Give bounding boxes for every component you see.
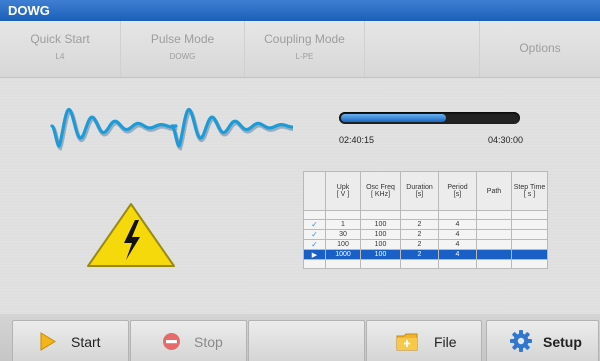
table-header-row: Upk[ V ] Osc Freq[ KHz] Duration [s] Peri… bbox=[303, 171, 548, 211]
table-row[interactable]: ✓ 100 100 2 4 bbox=[303, 239, 548, 250]
table-cell: 4 bbox=[438, 249, 477, 260]
table-cell: 100 bbox=[360, 229, 401, 240]
test-progress-fill bbox=[341, 114, 446, 122]
setup-button[interactable]: Setup bbox=[486, 320, 599, 361]
elapsed-time: 02:40:15 bbox=[339, 135, 375, 145]
table-header: Period [s] bbox=[438, 171, 477, 211]
start-button-label: Start bbox=[71, 334, 101, 350]
table-cell: 4 bbox=[438, 219, 477, 230]
tab-options-label: Options bbox=[519, 41, 561, 55]
header-upk-unit: [ V ] bbox=[336, 191, 350, 198]
mode-tabs: Quick Start L4 Pulse Mode DOWG Coupling … bbox=[0, 21, 600, 78]
tab-quick-start-label: Quick Start bbox=[30, 32, 90, 46]
tab-coupling-mode[interactable]: Coupling Mode L-PE bbox=[245, 21, 365, 77]
table-row-selected[interactable]: ▶ 1000 100 2 4 bbox=[303, 249, 548, 260]
table-cell bbox=[511, 239, 548, 250]
total-time: 04:30:00 bbox=[488, 135, 524, 145]
table-cell bbox=[511, 249, 548, 260]
table-row[interactable]: ✓ 30 100 2 4 bbox=[303, 229, 548, 240]
table-cell: 1000 bbox=[325, 249, 361, 260]
folder-icon bbox=[396, 333, 418, 351]
stop-button[interactable]: Stop bbox=[130, 320, 247, 361]
header-period-unit: [s] bbox=[453, 191, 462, 198]
test-steps-table: Upk[ V ] Osc Freq[ KHz] Duration [s] Peri… bbox=[303, 171, 548, 269]
header-upk: Upk bbox=[336, 184, 350, 191]
table-cell: 30 bbox=[325, 229, 361, 240]
gear-icon bbox=[510, 330, 532, 352]
header-period: Period bbox=[447, 184, 468, 191]
table-header: Step Time[ s ] bbox=[511, 171, 548, 211]
table-row[interactable]: ✓ 1 100 2 4 bbox=[303, 219, 548, 230]
tab-pulse-mode-value: DOWG bbox=[169, 52, 196, 61]
table-header: Upk[ V ] bbox=[325, 171, 361, 211]
setup-button-label: Setup bbox=[543, 334, 582, 350]
tab-coupling-mode-label: Coupling Mode bbox=[264, 32, 345, 46]
high-voltage-warning-icon bbox=[87, 203, 175, 267]
tab-coupling-mode-value: L-PE bbox=[295, 52, 314, 61]
tab-options[interactable]: Options bbox=[480, 21, 600, 77]
tab-pulse-mode[interactable]: Pulse Mode DOWG bbox=[121, 21, 245, 77]
table-empty-row bbox=[303, 259, 548, 269]
tab-quick-start[interactable]: Quick Start L4 bbox=[0, 21, 121, 77]
table-cell bbox=[476, 229, 512, 240]
header-duration-unit: [s] bbox=[415, 191, 424, 198]
table-cell bbox=[476, 249, 512, 260]
header-path: Path bbox=[486, 187, 502, 195]
table-cell bbox=[476, 239, 512, 250]
header-step-time: Step Time bbox=[513, 184, 546, 191]
table-cell: 100 bbox=[325, 239, 361, 250]
app-title: DOWG bbox=[0, 0, 600, 21]
table-cell: 2 bbox=[400, 229, 439, 240]
table-header-marker bbox=[303, 171, 326, 211]
row-check-icon: ✓ bbox=[303, 239, 326, 250]
empty-toolbar-button[interactable] bbox=[248, 320, 365, 361]
tab-quick-start-value: L4 bbox=[55, 52, 65, 61]
table-cell bbox=[476, 219, 512, 230]
table-cell: 1 bbox=[325, 219, 361, 230]
tab-pulse-mode-label: Pulse Mode bbox=[150, 32, 215, 46]
row-current-arrow-icon: ▶ bbox=[303, 249, 326, 260]
table-header: Duration [s] bbox=[400, 171, 439, 211]
play-icon bbox=[40, 332, 56, 351]
stop-button-label: Stop bbox=[194, 334, 223, 350]
table-cell: 2 bbox=[400, 249, 439, 260]
damped-oscillating-wave-icon bbox=[50, 107, 293, 152]
table-cell: 100 bbox=[360, 219, 401, 230]
stop-icon bbox=[163, 333, 180, 350]
table-cell: 100 bbox=[360, 239, 401, 250]
row-check-icon: ✓ bbox=[303, 229, 326, 240]
row-check-icon: ✓ bbox=[303, 219, 326, 230]
table-header: Path bbox=[476, 171, 512, 211]
table-cell: 2 bbox=[400, 239, 439, 250]
table-cell bbox=[511, 229, 548, 240]
table-spacer-row bbox=[303, 210, 548, 220]
start-button[interactable]: Start bbox=[12, 320, 129, 361]
table-cell: 100 bbox=[360, 249, 401, 260]
header-step-time-unit: [ s ] bbox=[523, 191, 536, 198]
table-header: Osc Freq[ KHz] bbox=[360, 171, 401, 211]
table-cell: 4 bbox=[438, 239, 477, 250]
header-duration: Duration bbox=[406, 184, 433, 191]
tab-empty[interactable] bbox=[365, 21, 480, 77]
header-osc-freq: Osc Freq bbox=[366, 184, 395, 191]
file-button-label: File bbox=[434, 334, 457, 350]
table-cell: 2 bbox=[400, 219, 439, 230]
test-progress-bar bbox=[339, 112, 520, 124]
header-osc-freq-unit: [ KHz] bbox=[370, 191, 391, 198]
file-button[interactable]: File bbox=[366, 320, 482, 361]
table-cell bbox=[511, 219, 548, 230]
table-cell: 4 bbox=[438, 229, 477, 240]
